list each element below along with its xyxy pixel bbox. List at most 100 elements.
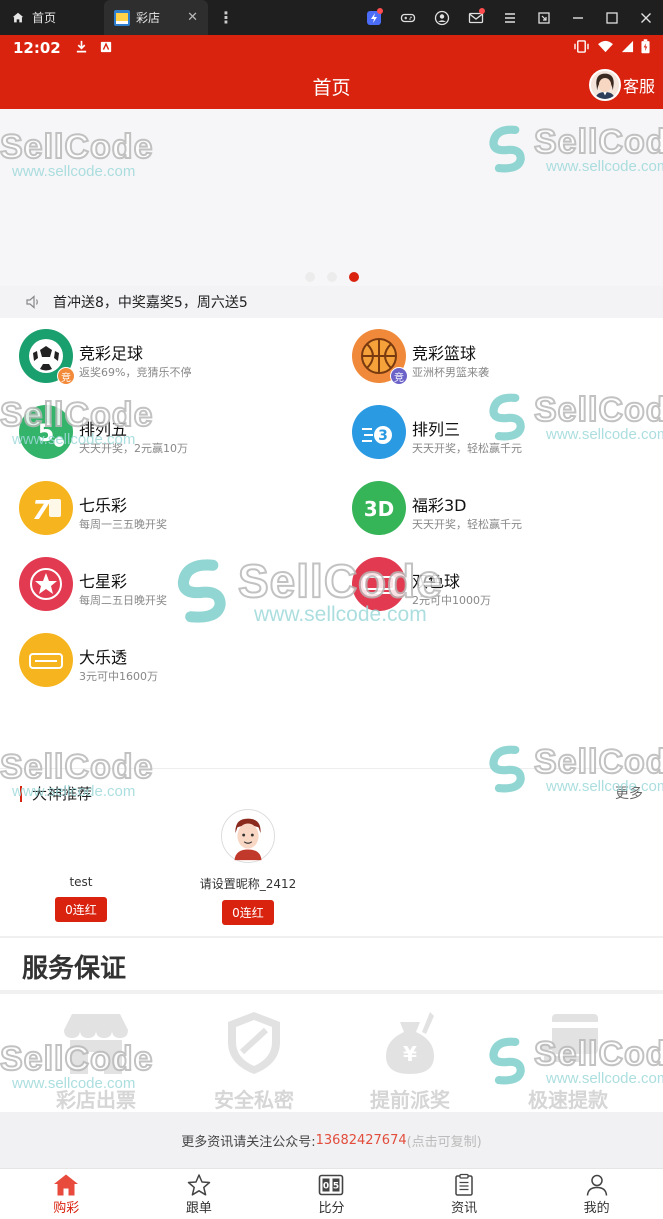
- section-title: 大神推荐: [32, 785, 93, 803]
- service-item: 安全私密: [179, 1008, 329, 1113]
- fc3d-icon: 3D: [352, 481, 406, 535]
- gamepad-icon[interactable]: [391, 0, 425, 35]
- vibrate-icon: [573, 39, 590, 57]
- nav-item-news[interactable]: 资讯: [398, 1169, 531, 1219]
- lottery-desc: 亚洲杯男篮来袭: [412, 366, 489, 379]
- account-icon[interactable]: [425, 0, 459, 35]
- nav-item-follow[interactable]: 跟单: [133, 1169, 266, 1219]
- nav-label: 资讯: [451, 1200, 478, 1216]
- nav-item-mine[interactable]: 我的: [530, 1169, 663, 1219]
- service-label: 安全私密: [214, 1088, 294, 1112]
- more-link[interactable]: 更多: [615, 783, 643, 803]
- close-icon[interactable]: ✕: [187, 10, 198, 25]
- customer-service-avatar: [588, 69, 621, 101]
- money-bag-icon: ¥: [370, 1008, 450, 1078]
- service-item: 彩店出票: [21, 1008, 171, 1113]
- footer-prefix: 更多资讯请关注公众号:: [181, 1134, 316, 1150]
- lottery-desc: 每周一三五晚开奖: [79, 518, 167, 531]
- service-item: ¥ 提前派奖: [335, 1008, 485, 1113]
- svg-text:0: 0: [323, 1181, 329, 1191]
- lottery-item-jclq[interactable]: 竞 竞彩篮球 亚洲杯男篮来袭: [352, 320, 652, 385]
- lottery-item-pl3[interactable]: 3 排列三 天天开奖，轻松赢千元: [352, 396, 652, 460]
- browser-tab-bar: 首页 彩店 ✕ ⋮: [0, 0, 663, 35]
- carousel-dot-active[interactable]: [348, 272, 359, 282]
- mail-icon[interactable]: [459, 0, 493, 35]
- lottery-desc: 天天开奖，2元赢10万: [79, 442, 188, 455]
- lottery-item-ssq[interactable]: 双色球 2元可中1000万: [352, 548, 652, 612]
- signal-icon: [621, 39, 634, 57]
- shop-icon: [56, 1008, 136, 1078]
- banner-carousel[interactable]: [0, 109, 663, 286]
- ssq-icon: [352, 557, 406, 611]
- section-header: 大神推荐: [20, 783, 92, 804]
- lottery-item-qlc[interactable]: 7 七乐彩 每周一三五晚开奖: [19, 472, 319, 536]
- qlc-icon: 7: [19, 481, 73, 535]
- browser-tab-label: 首页: [32, 11, 57, 25]
- page-title: 首页: [312, 77, 351, 99]
- app-favicon-icon: [114, 9, 130, 26]
- window-close-icon[interactable]: [629, 0, 663, 35]
- carousel-dot[interactable]: [326, 272, 337, 282]
- lottery-item-dlt[interactable]: 大乐透 3元可中1600万: [19, 624, 319, 688]
- card-icon: [528, 1008, 608, 1078]
- score-icon: 05: [319, 1174, 344, 1195]
- nav-label: 比分: [318, 1200, 345, 1216]
- browser-tab-label: 彩店: [136, 11, 161, 25]
- home-icon: [54, 1174, 79, 1195]
- lottery-name: 福彩3D: [412, 496, 467, 515]
- lottery-name: 七星彩: [79, 572, 128, 591]
- expert-name: 请设置昵称_2412: [199, 877, 297, 891]
- svg-text:3: 3: [378, 428, 388, 444]
- divider: [0, 990, 663, 994]
- footer-phone[interactable]: 13682427674: [316, 1133, 407, 1148]
- shield-icon: [214, 1008, 294, 1078]
- section-title: 服务保证: [22, 954, 127, 984]
- download-icon: [75, 39, 88, 57]
- customer-service-button[interactable]: 客服: [588, 69, 655, 101]
- footer-copy-hint: (点击可复制): [406, 1134, 482, 1150]
- nav-label: 跟单: [185, 1200, 212, 1216]
- battery-icon: [641, 38, 650, 58]
- qxc-icon: [19, 557, 73, 611]
- streak-badge: 0连红: [222, 900, 274, 925]
- lottery-item-pl5[interactable]: 5 排列五 天天开奖，2元赢10万: [19, 396, 319, 460]
- pl5-icon: 5: [19, 405, 73, 459]
- browser-tab-active[interactable]: 彩店 ✕: [104, 0, 208, 35]
- carousel-indicator: [0, 272, 663, 282]
- customer-service-label: 客服: [622, 77, 655, 96]
- nav-label: 购彩: [53, 1200, 80, 1216]
- lottery-name: 竞彩足球: [79, 344, 144, 363]
- lottery-desc: 天天开奖，轻松赢千元: [412, 442, 522, 455]
- lottery-item-qxc[interactable]: 七星彩 每周二五日晚开奖: [19, 548, 319, 612]
- pl3-icon: 3: [352, 405, 406, 459]
- footer-info[interactable]: 更多资讯请关注公众号: 13682427674 (点击可复制): [0, 1112, 663, 1168]
- browser-tab-home[interactable]: 首页: [0, 0, 104, 35]
- service-label: 提前派奖: [370, 1088, 450, 1112]
- app-header: 首页 客服: [0, 61, 663, 109]
- basketball-icon: 竞: [352, 329, 408, 385]
- expert-name: test: [69, 875, 93, 889]
- lottery-item-jczq[interactable]: 竞 竞彩足球 返奖69%，竞猜乐不停: [19, 320, 319, 385]
- lottery-desc: 每周二五日晚开奖: [79, 594, 167, 607]
- maximize-icon[interactable]: [595, 0, 629, 35]
- menu-icon[interactable]: [493, 0, 527, 35]
- soccer-ball-icon: 竞: [19, 329, 75, 385]
- notice-text: 首冲送8，中奖嘉奖5，周六送5: [53, 295, 248, 311]
- expert-card[interactable]: test 0连红: [6, 809, 156, 922]
- svg-text:5: 5: [38, 419, 55, 447]
- minimize-icon[interactable]: [561, 0, 595, 35]
- lottery-item-fc3d[interactable]: 3D 福彩3D 天天开奖，轻松赢千元: [352, 472, 652, 536]
- extension-icon[interactable]: [357, 0, 391, 35]
- lottery-desc: 返奖69%，竞猜乐不停: [79, 366, 192, 379]
- status-bar: 12:02: [0, 35, 663, 61]
- nav-item-buy[interactable]: 购彩: [0, 1169, 133, 1219]
- lottery-desc: 2元可中1000万: [412, 594, 491, 607]
- expert-card[interactable]: 请设置昵称_2412 0连红: [173, 809, 323, 925]
- more-vertical-icon[interactable]: ⋮: [218, 8, 234, 27]
- restore-icon[interactable]: [527, 0, 561, 35]
- notice-bar[interactable]: 首冲送8，中奖嘉奖5，周六送5: [0, 286, 663, 318]
- carousel-dot[interactable]: [304, 272, 315, 282]
- lottery-desc: 3元可中1600万: [79, 670, 158, 683]
- nav-item-score[interactable]: 05 比分: [265, 1169, 398, 1219]
- avatar-placeholder: [54, 809, 108, 863]
